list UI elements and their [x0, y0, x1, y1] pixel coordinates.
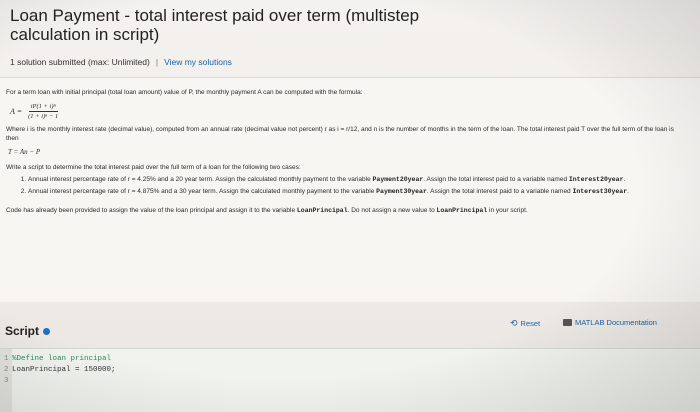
code-text: %Define loan principal — [12, 355, 112, 363]
case1-text: Annual interest percentage rate of r = 4… — [28, 176, 373, 183]
code-note-3: in your script. — [487, 207, 528, 214]
payment-formula: A = iP(1 + i)ⁿ (1 + i)ⁿ − 1 — [10, 102, 686, 121]
help-icon[interactable] — [43, 327, 51, 335]
case-item-2: Annual interest percentage rate of r = 4… — [28, 187, 686, 196]
code-note-2: . Do not assign a new value to — [347, 207, 437, 214]
problem-description: For a term loan with initial principal (… — [6, 88, 686, 215]
case2-text2: . Assign the total interest paid to a va… — [426, 188, 573, 195]
meta-separator: | — [155, 57, 159, 67]
documentation-label: MATLAB Documentation — [575, 318, 657, 327]
reset-button[interactable]: ⟲ Reset — [510, 318, 540, 329]
case2-text: Annual interest percentage rate of r = 4… — [28, 188, 377, 195]
case2-var-interest: Interest30year — [572, 188, 628, 195]
code-note: Code has already been provided to assign… — [6, 206, 686, 215]
formula-fraction: iP(1 + i)ⁿ (1 + i)ⁿ − 1 — [26, 102, 60, 121]
intro-text: For a term loan with initial principal (… — [6, 89, 363, 96]
where-text: Where i is the monthly interest rate (de… — [6, 126, 674, 142]
script-label: Script — [5, 324, 40, 338]
formula-denominator: (1 + i)ⁿ − 1 — [28, 113, 59, 120]
task-text: Write a script to determine the total in… — [6, 164, 301, 171]
script-heading: Script — [5, 324, 51, 338]
reset-icon: ⟲ — [510, 318, 518, 328]
submission-count: 1 solution submitted (max: Unlimited) — [10, 57, 150, 67]
case1-var-interest: Interest20year — [568, 176, 624, 183]
case2-var-payment: Payment30year — [376, 188, 427, 195]
page: Loan Payment - total interest paid over … — [0, 0, 700, 412]
reset-label: Reset — [520, 319, 541, 328]
submission-meta: 1 solution submitted (max: Unlimited) | Vi… — [10, 57, 232, 67]
code-line-1[interactable]: 1 %Define loan principal — [4, 355, 111, 363]
code-note-1: Code has already been provided to assign… — [6, 207, 297, 214]
formula-numerator: iP(1 + i)ⁿ — [28, 103, 58, 112]
case-item-1: Annual interest percentage rate of r = 4… — [28, 175, 686, 184]
case1-var-payment: Payment20year — [372, 176, 424, 183]
case-list: Annual interest percentage rate of r = 4… — [6, 175, 686, 196]
code-line-2[interactable]: 2 LoanPrincipal = 150000; — [4, 366, 116, 374]
line-number: 3 — [4, 377, 9, 385]
view-solutions-link[interactable]: View my solutions — [164, 57, 232, 67]
book-icon — [563, 319, 572, 326]
code-var-principal: LoanPrincipal — [296, 207, 348, 214]
formula-lhs: A = — [10, 107, 23, 116]
code-var-principal-2: LoanPrincipal — [436, 207, 488, 214]
code-line-3[interactable]: 3 — [4, 377, 12, 385]
case1-text2: . Assign the total interest paid to a va… — [423, 176, 569, 183]
code-editor[interactable]: 1 %Define loan principal 2 LoanPrincipal =… — [0, 348, 700, 412]
line-number: 2 — [4, 366, 9, 374]
page-title: Loan Payment - total interest paid over … — [10, 6, 420, 44]
matlab-documentation-button[interactable]: MATLAB Documentation — [563, 318, 657, 327]
total-interest-formula: T = An − P — [8, 148, 41, 156]
code-text: LoanPrincipal = 150000; — [12, 366, 116, 374]
line-number: 1 — [4, 355, 9, 363]
